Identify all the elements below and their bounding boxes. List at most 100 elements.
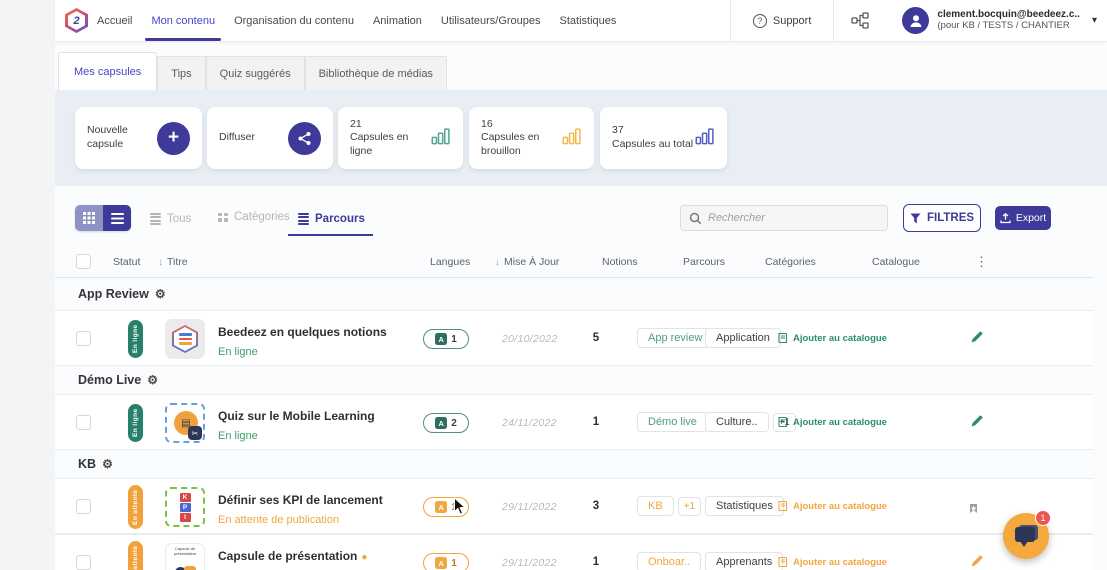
capsule-status: En ligne — [218, 345, 387, 359]
new-capsule-card[interactable]: Nouvelle capsule + — [75, 107, 202, 169]
plus-icon[interactable]: + — [157, 122, 190, 155]
add-to-catalog-link[interactable]: Ajouter au catalogue — [777, 416, 887, 428]
capsule-row[interactable]: En ligne Beedeez en quelques notions En … — [55, 310, 1093, 366]
row-checkbox[interactable] — [76, 415, 91, 430]
queue-list-icon — [298, 211, 309, 227]
capsule-row[interactable]: En attente K P I Définir ses KPI de lanc… — [55, 478, 1093, 534]
updated-date: 24/11/2022 — [502, 417, 557, 429]
capsule-title: Quiz sur le Mobile Learning — [218, 409, 375, 423]
col-langues: Langues — [430, 256, 470, 268]
parcours-chip[interactable]: Démo live — [637, 412, 708, 432]
diffuser-card[interactable]: Diffuser — [207, 107, 333, 169]
rows-icon — [150, 211, 161, 227]
pencil-icon — [970, 554, 984, 568]
grid-view-button[interactable] — [75, 205, 103, 231]
edit-button[interactable] — [970, 414, 984, 433]
category-chip[interactable]: Statistiques — [705, 496, 784, 516]
add-to-catalog-link[interactable]: Ajouter au catalogue — [777, 556, 887, 568]
list-view-button[interactable] — [103, 205, 131, 231]
row-checkbox[interactable] — [76, 331, 91, 346]
search-input[interactable] — [708, 212, 868, 224]
export-icon — [1000, 213, 1011, 224]
row-checkbox[interactable] — [76, 555, 91, 570]
org-switch-button[interactable] — [833, 0, 886, 41]
export-button[interactable]: Export — [995, 206, 1051, 230]
gear-icon[interactable]: ⚙ — [147, 373, 158, 387]
nav-item-accueil[interactable]: Accueil — [97, 0, 132, 41]
group-name: Démo Live — [78, 373, 141, 387]
tab-bibliotheque[interactable]: Bibliothèque de médias — [305, 56, 447, 90]
capsule-table: Statut ↓Titre Langues ↓Mise À Jour Notio… — [55, 246, 1093, 570]
parcours-chip[interactable]: Onboar.. — [637, 552, 701, 570]
nav-item-animation[interactable]: Animation — [373, 0, 422, 41]
bookmark-button[interactable]: ★ — [970, 498, 977, 516]
bar-chart-icon — [562, 127, 582, 150]
parcours-chip[interactable]: KB — [637, 496, 674, 516]
person-icon — [908, 13, 924, 29]
col-categories: Catégories — [765, 256, 816, 268]
capsule-thumbnail: Capsule de présentation — [165, 543, 205, 570]
notions-count: 1 — [585, 556, 607, 568]
top-nav-bar: 2 Accueil Mon contenu Organisation du co… — [55, 0, 1107, 42]
row-checkbox[interactable] — [76, 499, 91, 514]
col-notions: Notions — [602, 256, 638, 268]
parcours-more-chip[interactable]: +1 — [678, 497, 701, 516]
category-chip[interactable]: Culture.. — [705, 412, 769, 432]
col-catalogue: Catalogue — [872, 256, 920, 268]
category-chip[interactable]: Apprenants — [705, 552, 783, 570]
filtres-button[interactable]: FILTRES — [903, 204, 981, 232]
capsule-status: En ligne — [218, 429, 375, 443]
tab-mes-capsules[interactable]: Mes capsules — [58, 52, 157, 90]
nav-item-statistiques[interactable]: Statistiques — [560, 0, 617, 41]
col-titre[interactable]: ↓Titre — [158, 256, 188, 268]
header-right: ? Support clement.bocquin@beedeez.c.. (p… — [730, 0, 1107, 41]
filter-categories[interactable]: Catégories — [218, 211, 290, 223]
column-options-kebab-icon[interactable]: ⋮ — [975, 254, 988, 270]
tab-tips[interactable]: Tips — [157, 56, 205, 90]
filter-parcours[interactable]: Parcours — [298, 211, 365, 227]
edit-button[interactable] — [970, 330, 984, 349]
chat-launcher[interactable]: 1 — [1003, 513, 1049, 559]
filter-tous[interactable]: Tous — [150, 211, 191, 227]
sort-desc-icon: ↓ — [495, 257, 500, 268]
languages-count: 1 — [451, 558, 457, 569]
nav-item-mon-contenu[interactable]: Mon contenu — [151, 0, 215, 41]
parcours-chip[interactable]: App review — [637, 328, 713, 348]
status-pill: En attente — [128, 485, 143, 529]
sort-desc-icon: ↓ — [158, 257, 163, 268]
gear-icon[interactable]: ⚙ — [155, 287, 166, 301]
catalog-icon — [777, 500, 789, 512]
notions-count: 1 — [585, 416, 607, 428]
tab-bar: Mes capsules Tips Quiz suggérés Biblioth… — [58, 52, 447, 90]
nav-item-organisation[interactable]: Organisation du contenu — [234, 0, 354, 41]
col-mise-a-jour[interactable]: ↓Mise À Jour — [495, 256, 559, 268]
online-label: Capsules en ligne — [350, 131, 408, 157]
grid-icon — [83, 212, 95, 224]
status-pill: En ligne — [128, 320, 143, 358]
add-to-catalog-link[interactable]: Ajouter au catalogue — [777, 500, 887, 512]
beedeez-logo[interactable]: 2 — [65, 8, 88, 33]
select-all-checkbox[interactable] — [76, 254, 91, 269]
chat-notification-badge: 1 — [1035, 510, 1051, 526]
user-menu[interactable]: clement.bocquin@beedeez.c.. (pour KB / T… — [886, 0, 1107, 41]
stat-card-draft[interactable]: 16Capsules en brouillon — [469, 107, 594, 169]
nav-item-utilisateurs[interactable]: Utilisateurs/Groupes — [441, 0, 541, 41]
support-button[interactable]: ? Support — [730, 0, 834, 41]
category-chip[interactable]: Application — [705, 328, 781, 348]
languages-count: 1 — [451, 502, 457, 513]
question-icon: ? — [753, 14, 767, 28]
capsule-row[interactable]: En attente Capsule de présentation Capsu… — [55, 534, 1093, 570]
avatar — [902, 7, 929, 34]
stat-card-online[interactable]: 21Capsules en ligne — [338, 107, 463, 169]
stat-card-total[interactable]: 37Capsules au total — [600, 107, 727, 169]
chevron-down-icon[interactable]: ▾ — [1092, 15, 1097, 26]
add-to-catalog-link[interactable]: Ajouter au catalogue — [777, 332, 887, 344]
updated-date: 20/10/2022 — [502, 333, 558, 345]
capsule-row[interactable]: En ligne ▤ ✂ Quiz sur le Mobile Learning… — [55, 394, 1093, 450]
tab-quiz-suggeres[interactable]: Quiz suggérés — [206, 56, 305, 90]
bar-chart-icon — [431, 127, 451, 150]
share-icon[interactable] — [288, 122, 321, 155]
list-icon — [111, 213, 124, 224]
gear-icon[interactable]: ⚙ — [102, 457, 113, 471]
edit-button[interactable] — [970, 554, 984, 570]
